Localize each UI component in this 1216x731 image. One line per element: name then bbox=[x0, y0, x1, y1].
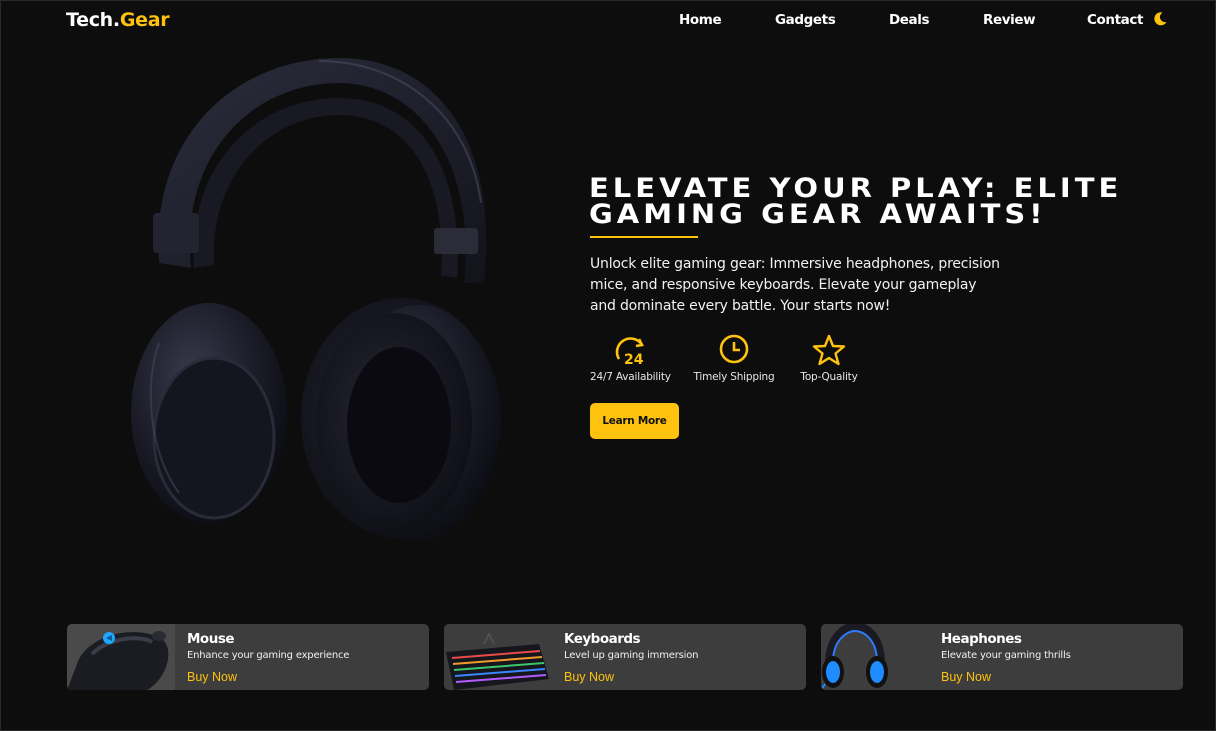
buy-now-headphones-link[interactable]: Buy Now bbox=[941, 670, 991, 684]
nav-deals[interactable]: Deals bbox=[889, 12, 930, 28]
nav-review[interactable]: Review bbox=[983, 12, 1036, 28]
gaming-mouse-image bbox=[67, 624, 175, 690]
title-underline bbox=[590, 236, 698, 238]
feature-availability-label: 24/7 Availability bbox=[590, 371, 671, 383]
gaming-keyboard-image bbox=[444, 624, 552, 690]
category-subtitle-headphones: Elevate your gaming thrills bbox=[941, 650, 1071, 661]
site-header: Tech.Gear Home Gadgets Deals Review Cont… bbox=[1, 1, 1216, 41]
svg-text:24: 24 bbox=[624, 352, 644, 367]
feature-availability: 24 24/7 Availability bbox=[590, 333, 671, 383]
headphones-image bbox=[131, 58, 501, 541]
star-icon bbox=[812, 334, 846, 366]
feature-quality: Top-Quality bbox=[798, 333, 860, 383]
category-title-keyboards: Keyboards bbox=[564, 631, 641, 647]
category-title-mouse: Mouse bbox=[187, 631, 235, 647]
nav-contact[interactable]: Contact bbox=[1087, 12, 1143, 28]
clock-icon bbox=[719, 334, 749, 364]
category-card-mouse[interactable]: Mouse Enhance your gaming experience Buy… bbox=[67, 624, 429, 690]
gaming-headset-image bbox=[821, 624, 929, 690]
feature-shipping-label: Timely Shipping bbox=[693, 371, 775, 383]
buy-now-mouse-link[interactable]: Buy Now bbox=[187, 670, 237, 684]
hero-title: Elevate Your Play: Elite Gaming Gear Awa… bbox=[589, 172, 1123, 230]
hero-description: Unlock elite gaming gear: Immersive head… bbox=[590, 256, 1000, 314]
category-subtitle-keyboards: Level up gaming immersion bbox=[564, 650, 699, 661]
feature-shipping: Timely Shipping bbox=[693, 333, 775, 383]
learn-more-button[interactable]: Learn More bbox=[590, 403, 679, 439]
buy-now-keyboards-link[interactable]: Buy Now bbox=[564, 670, 614, 684]
24-hour-icon: 24 bbox=[615, 337, 644, 367]
category-subtitle-mouse: Enhance your gaming experience bbox=[187, 650, 350, 661]
category-title-headphones: Heaphones bbox=[941, 631, 1022, 647]
feature-quality-label: Top-Quality bbox=[800, 371, 858, 383]
nav-gadgets[interactable]: Gadgets bbox=[775, 12, 836, 28]
category-card-headphones[interactable]: Heaphones Elevate your gaming thrills Bu… bbox=[821, 624, 1183, 690]
category-card-keyboards[interactable]: Keyboards Level up gaming immersion Buy … bbox=[444, 624, 806, 690]
nav-home[interactable]: Home bbox=[679, 12, 722, 28]
main-nav: Home Gadgets Deals Review Contact bbox=[1, 12, 1216, 32]
moon-icon[interactable] bbox=[1152, 11, 1168, 27]
